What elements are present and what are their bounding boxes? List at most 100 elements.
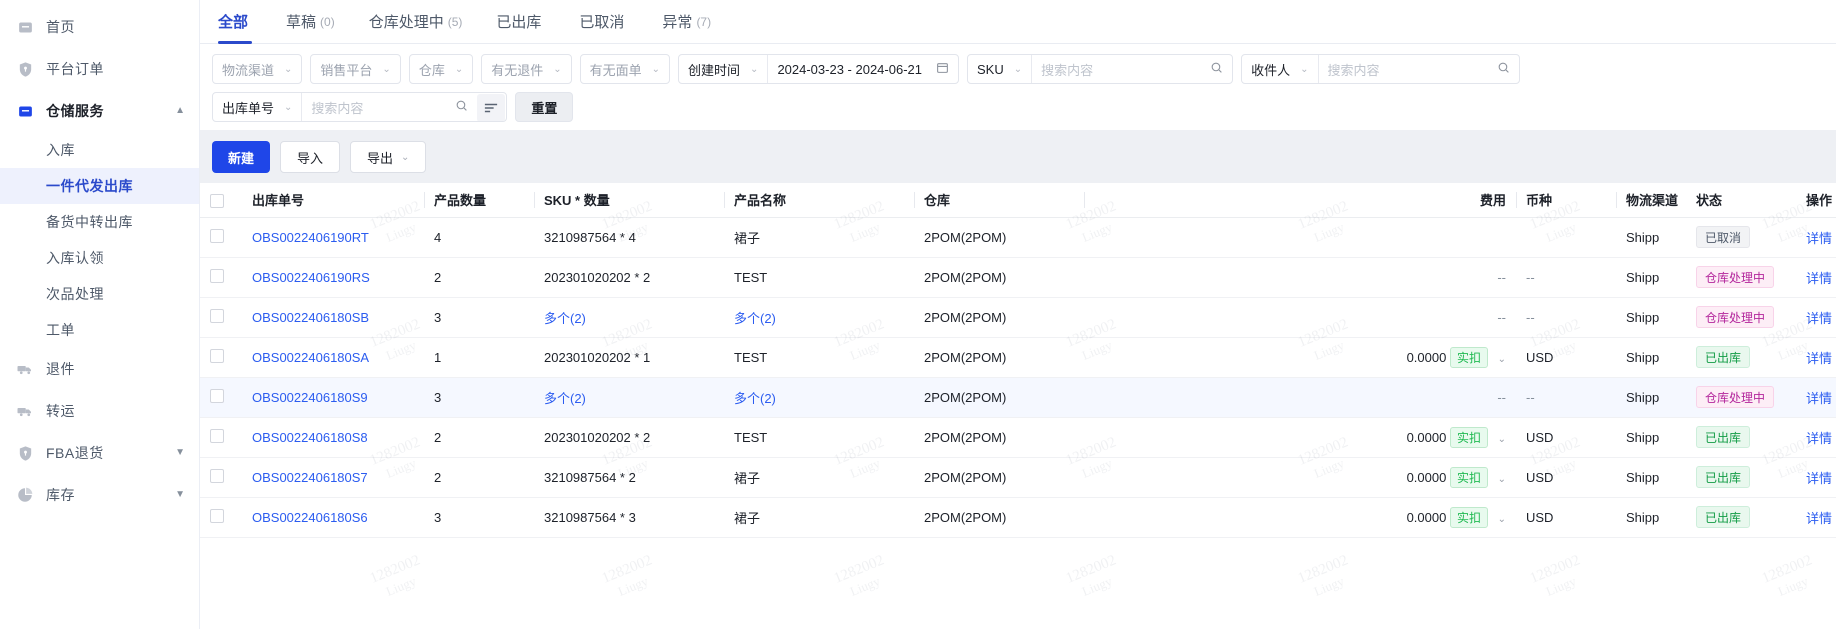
sidebar-item-dropship-outbound[interactable]: 一件代发出库 [0,168,199,204]
search-icon[interactable] [455,99,468,115]
sidebar-item-platform-orders[interactable]: 平台订单 [0,48,199,90]
order-no-link[interactable]: OBS0022406180S9 [252,390,368,405]
search-icon[interactable] [1210,61,1223,77]
orders-table-container[interactable]: 出库单号 产品数量 SKU * 数量 产品名称 仓库 费用 币种 物流渠道 状态… [200,183,1836,629]
sidebar-item-transit-outbound[interactable]: 备货中转出库 [0,204,199,240]
tab-processing[interactable]: 仓库处理中 (5) [369,0,463,44]
column-qty[interactable]: 产品数量 [424,183,534,218]
row-checkbox[interactable] [210,308,224,323]
filter-has-waybill[interactable]: 有无面单 ⌄ [579,54,671,84]
table-row[interactable]: OBS0022406180S8 2 202301020202 * 2 TEST … [200,417,1836,458]
tab-cancelled[interactable]: 已取消 [579,0,628,44]
sidebar-item-inbound-claim[interactable]: 入库认领 [0,240,199,276]
row-checkbox[interactable] [210,428,224,443]
list-filter-icon[interactable] [477,94,506,121]
sidebar-item-inventory[interactable]: 库存 ▼ [0,474,199,516]
filter-sales-platform[interactable]: 销售平台 ⌄ [310,54,401,84]
column-sku-qty[interactable]: SKU * 数量 [534,183,724,218]
column-logistics[interactable]: 物流渠道 [1616,183,1686,218]
chevron-down-icon[interactable]: ⌄ [1498,474,1506,485]
table-row[interactable]: OBS0022406180S6 3 3210987564 * 3 裙子 2POM… [200,497,1836,538]
column-status[interactable]: 状态 [1686,183,1796,218]
filter-logistics-channel[interactable]: 物流渠道 ⌄ [212,54,303,84]
order-no-link[interactable]: OBS0022406190RS [252,270,370,285]
row-checkbox[interactable] [210,348,224,363]
create-time-select[interactable]: 创建时间 ⌄ [679,55,767,83]
fee-tag[interactable]: 实扣 [1449,346,1488,368]
row-checkbox[interactable] [210,508,224,523]
sku-select[interactable]: SKU ⌄ [968,55,1031,83]
detail-link[interactable]: 详情 [1806,471,1832,486]
fee-tag[interactable]: 实扣 [1449,426,1488,448]
table-row[interactable]: OBS0022406180SA 1 202301020202 * 1 TEST … [200,337,1836,378]
sidebar-item-fba-returns[interactable]: FBA退货 ▼ [0,432,199,474]
fee-tag[interactable]: 实扣 [1449,506,1488,528]
order-no-link[interactable]: OBS0022406180S7 [252,470,368,485]
select-all-checkbox[interactable] [210,193,224,208]
table-row[interactable]: OBS0022406190RT 4 3210987564 * 4 裙子 2POM… [200,217,1836,258]
chevron-down-icon[interactable]: ▼ [175,490,185,500]
tab-all[interactable]: 全部 [218,0,253,44]
create-button[interactable]: 新建 [212,141,271,173]
table-row[interactable]: OBS0022406180S7 2 3210987564 * 2 裙子 2POM… [200,457,1836,498]
table-row[interactable]: OBS0022406180SB 3 多个(2) 多个(2) 2POM(2POM)… [200,297,1836,338]
sidebar-item-defect-handling[interactable]: 次品处理 [0,276,199,312]
search-icon[interactable] [1497,61,1510,77]
import-button[interactable]: 导入 [280,141,341,173]
chevron-down-icon[interactable]: ▼ [175,448,185,458]
chevron-up-icon[interactable]: ▲ [175,106,185,116]
column-fee[interactable]: 费用 [1366,183,1516,218]
order-no-select[interactable]: 出库单号 ⌄ [213,93,301,121]
tab-shipped[interactable]: 已出库 [496,0,545,44]
tab-draft[interactable]: 草稿 (0) [286,0,335,44]
sku-multi-link[interactable]: 多个(2) [544,311,586,326]
receiver-select[interactable]: 收件人 ⌄ [1242,55,1317,83]
sku-multi-link[interactable]: 多个(2) [544,391,586,406]
tab-abnormal[interactable]: 异常 (7) [662,0,711,44]
column-currency[interactable]: 币种 [1516,183,1616,218]
column-product-name[interactable]: 产品名称 [724,183,914,218]
detail-link[interactable]: 详情 [1806,511,1832,526]
sidebar-item-warehouse-service[interactable]: 仓储服务 ▲ [0,90,199,132]
order-no-link[interactable]: OBS0022406180S6 [252,510,368,525]
export-button[interactable]: 导出 ⌄ [350,141,427,173]
detail-link[interactable]: 详情 [1806,311,1832,326]
order-no-search-input[interactable]: 搜索内容 [302,93,477,121]
order-no-link[interactable]: OBS0022406180SA [252,350,369,365]
row-checkbox[interactable] [210,388,224,403]
product-multi-link[interactable]: 多个(2) [734,311,776,326]
sidebar-item-transship[interactable]: 转运 [0,390,199,432]
sidebar-item-home[interactable]: 首页 [0,6,199,48]
fee-tag[interactable]: 实扣 [1449,466,1488,488]
row-checkbox[interactable] [210,268,224,283]
cell-product-name: 裙子 [724,457,914,498]
product-multi-link[interactable]: 多个(2) [734,391,776,406]
reset-button[interactable]: 重置 [515,92,574,122]
sku-search-input[interactable]: 搜索内容 [1032,55,1232,83]
receiver-search-input[interactable]: 搜索内容 [1319,55,1519,83]
column-order-no[interactable]: 出库单号 [242,183,424,218]
sidebar-item-inbound[interactable]: 入库 [0,132,199,168]
detail-link[interactable]: 详情 [1806,391,1832,406]
detail-link[interactable]: 详情 [1806,431,1832,446]
filter-warehouse[interactable]: 仓库 ⌄ [408,54,474,84]
row-checkbox[interactable] [210,468,224,483]
column-warehouse[interactable]: 仓库 [914,183,1084,218]
order-no-link[interactable]: OBS0022406190RT [252,230,369,245]
chevron-down-icon[interactable]: ⌄ [1498,354,1506,365]
chevron-down-icon[interactable]: ⌄ [1498,514,1506,525]
order-no-link[interactable]: OBS0022406180SB [252,310,369,325]
order-no-link[interactable]: OBS0022406180S8 [252,430,368,445]
filter-has-return[interactable]: 有无退件 ⌄ [481,54,572,84]
sidebar-item-work-order[interactable]: 工单 [0,312,199,348]
sidebar-item-returns[interactable]: 退件 [0,348,199,390]
detail-link[interactable]: 详情 [1806,271,1832,286]
column-label: 产品数量 [434,193,487,209]
detail-link[interactable]: 详情 [1806,351,1832,366]
table-row[interactable]: OBS0022406190RS 2 202301020202 * 2 TEST … [200,257,1836,298]
detail-link[interactable]: 详情 [1806,231,1832,246]
row-checkbox[interactable] [210,228,224,243]
chevron-down-icon[interactable]: ⌄ [1498,434,1506,445]
table-row[interactable]: OBS0022406180S9 3 多个(2) 多个(2) 2POM(2POM)… [200,377,1836,418]
date-range-input[interactable]: 2024-03-23 - 2024-06-21 [768,55,958,83]
